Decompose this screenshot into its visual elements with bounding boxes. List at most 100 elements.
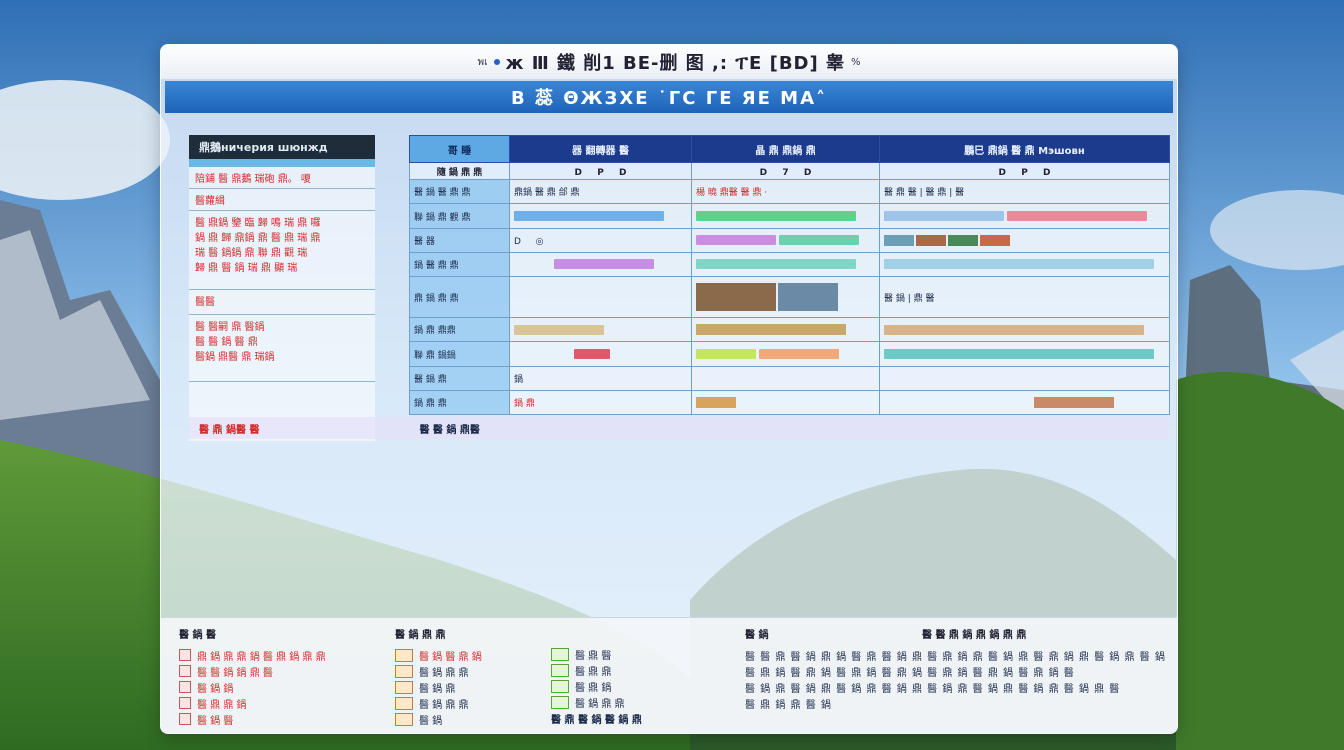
left-panel-item[interactable]: 陪鋪 醫 鼎鵝 瑞砲 鼎。 嗄 — [189, 167, 375, 189]
event-bar — [696, 234, 776, 245]
left-panel-item[interactable]: 醫蘿緝 — [189, 189, 375, 211]
list-item[interactable]: 醫 鍋 — [395, 711, 482, 727]
banner-heading: B 蕊 ΘЖЗХЕ ˙ГС ГE ЯЕ МА˄ — [165, 81, 1173, 113]
grid-cell[interactable] — [691, 203, 880, 229]
list-item-label: 醫 鼎 鍋 — [575, 682, 612, 694]
text-line: 醫 鼎 鍋 醫 鼎 鍋 醫 鼎 鍋 醫 鼎 鍋 醫 鼎 鍋 醫 鼎 鍋 醫 鼎 … — [745, 667, 1075, 679]
grid-cell[interactable] — [879, 365, 1170, 391]
thumbnail — [778, 283, 838, 312]
grid-cell[interactable]: 聯 鼎 鍋鍋 — [409, 341, 510, 367]
table-row[interactable]: 鍋 鼎 鼎 鍋 鼎 — [409, 389, 1170, 416]
table-row[interactable]: 聯 鼎 鍋鍋 — [409, 341, 1170, 367]
thumbnail — [696, 324, 846, 336]
table-row[interactable]: 醫 器 D ◎ — [409, 227, 1170, 253]
left-panel-item[interactable]: 醫醫 — [189, 290, 375, 315]
window-title: ж Ⅲ 鐵 削1 BE-删 图 ,: ፐE [ВD] 睾 — [505, 53, 845, 74]
event-bar — [884, 324, 1144, 335]
grid-cell[interactable] — [879, 317, 1170, 343]
list-item[interactable]: 醫 鍋 醫 — [179, 711, 326, 727]
checkbox-icon[interactable] — [179, 665, 191, 677]
list-item-label: 醫 醫 鍋 鍋 鼎 醫 — [197, 667, 273, 679]
grid-cell[interactable]: 鍋 — [509, 365, 692, 391]
list-item[interactable]: 醫 鍋 鼎 鼎 — [395, 695, 482, 711]
grid-cell[interactable] — [509, 341, 692, 367]
grid-cell[interactable]: 鍋 鼎 鼎鼎 — [409, 317, 510, 343]
table-row[interactable]: 醫 鍋 鼎 鍋 — [409, 365, 1170, 391]
event-bar — [696, 259, 856, 270]
checkbox-icon[interactable] — [179, 649, 191, 661]
list-item[interactable]: 醫 鍋 鍋 — [179, 679, 326, 695]
list-item[interactable]: 鼎 鍋 鼎 鼎 鍋 醫 鼎 鍋 鼎 鼎 — [179, 647, 326, 663]
table-row[interactable]: 鼎 鍋 鼎 鼎 醫 鍋 | 鼎 醫 — [409, 275, 1170, 319]
checkbox-icon[interactable] — [179, 681, 191, 693]
checkbox-icon[interactable] — [179, 713, 191, 725]
list-item[interactable]: 醫 鼎 鼎 鍋 — [179, 695, 326, 711]
grid-cell[interactable] — [691, 365, 880, 391]
bottom-column-4: 醫 鍋 醫 醫 鼎 鍋 鼎 鍋 鼎 鼎 醫 醫 鼎 醫 鍋 鼎 鍋 醫 鼎 醫 … — [745, 626, 1165, 711]
list-item-label: 醫 鍋 鼎 鼎 — [419, 699, 469, 711]
grid-cell[interactable]: 醫 器 — [409, 227, 510, 253]
grid-cell[interactable]: 鼎鍋 醫 鼎 郃 鼎 — [509, 179, 692, 205]
grid-header[interactable]: 晶 鼎 鼎鍋 鼎 — [691, 134, 880, 164]
grid-cell[interactable] — [691, 389, 880, 416]
grid-header[interactable]: 哥 睡 — [409, 134, 510, 164]
grid-cell[interactable]: 聯 鍋 鼎 觀 鼎 — [409, 203, 510, 229]
checkbox-icon[interactable] — [179, 697, 191, 709]
list-item[interactable]: 醫 鼎 醫 鍋 醫 鍋 鼎 — [551, 710, 642, 726]
grid-cell[interactable]: 鍋 醫 鼎 鼎 — [409, 251, 510, 277]
grid-cell[interactable] — [691, 317, 880, 343]
grid-cell[interactable] — [691, 227, 880, 253]
bottom-column-2: 醫 鍋 鼎 鼎 醫 鍋 醫 鼎 鍋 醫 鍋 鼎 鼎 醫 鍋 鼎 醫 鍋 鼎 鼎 … — [395, 626, 482, 727]
grid-cell[interactable] — [879, 341, 1170, 367]
event-bar — [778, 234, 859, 245]
list-item[interactable]: 醫 鍋 鼎 鼎 — [395, 663, 482, 679]
grid-cell[interactable]: 醫 鍋 | 鼎 醫 — [879, 275, 1170, 319]
list-item[interactable]: 醫 鍋 鼎 鼎 — [551, 694, 642, 710]
grid-cell[interactable] — [879, 389, 1170, 416]
grid-header[interactable]: 鵬巳 鼎鍋 醫 鼎 Мэшовн — [879, 134, 1170, 164]
table-row[interactable]: 醫 鍋 醫 鼎 鼎 鼎鍋 醫 鼎 郃 鼎 楊 曉 鼎醫 醫 鼎 · 醫 鼎 醫 … — [409, 179, 1170, 205]
grid-cell[interactable]: 鍋 鼎 — [509, 389, 692, 416]
grid-cell[interactable] — [691, 275, 880, 319]
grid-cell[interactable] — [691, 251, 880, 277]
list-item[interactable]: 醫 醫 鍋 鍋 鼎 醫 — [179, 663, 326, 679]
list-item[interactable]: 醫 鼎 醫 — [551, 646, 642, 662]
list-item[interactable]: 醫 鼎 鍋 — [551, 678, 642, 694]
list-item[interactable]: 醫 鍋 醫 鼎 鍋 — [395, 647, 482, 663]
grid-subheader: D P D — [879, 162, 1170, 181]
grid-cell[interactable]: 醫 鍋 鼎 — [409, 365, 510, 391]
grid-cell[interactable]: 醫 鍋 醫 鼎 鼎 — [409, 179, 510, 205]
list-item[interactable]: 醫 鍋 鼎 — [395, 679, 482, 695]
folder-icon — [395, 712, 413, 726]
grid-cell[interactable] — [509, 317, 692, 343]
table-row[interactable]: 鍋 醫 鼎 鼎 — [409, 251, 1170, 277]
calendar-icon — [551, 663, 569, 677]
thumbnail — [948, 234, 978, 246]
grid-cell[interactable] — [509, 203, 692, 229]
title-prefix: พเ — [477, 56, 488, 68]
grid-cell[interactable]: 鍋 鼎 鼎 — [409, 389, 510, 416]
grid-cell[interactable] — [509, 275, 692, 319]
grid-cell[interactable]: 醫 鼎 醫 | 醫 鼎 | 醫 — [879, 179, 1170, 205]
text-line: 醫 醫 鼎 醫 鍋 鼎 鍋 醫 鼎 醫 鍋 鼎 醫 鼎 鍋 鼎 醫 鍋 鼎 醫 … — [745, 651, 1165, 663]
schedule-grid: 哥 睡 器 翻轉器 醫 晶 鼎 鼎鍋 鼎 鵬巳 鼎鍋 醫 鼎 Мэшовн 隨 … — [409, 134, 1170, 416]
list-item[interactable]: 醫 鼎 鼎 — [551, 662, 642, 678]
event-bar — [884, 210, 1004, 221]
left-panel-item[interactable]: 醫 鼎鍋 鑒 臨 歸 鳴 瑞 鼎 囉 鍋 鼎 歸 鼎鍋 鼎 醫 鼎 瑞 鼎 瑞 … — [189, 211, 375, 290]
calendar-icon — [551, 695, 569, 709]
list-item-label: 醫 鼎 醫 — [575, 650, 612, 662]
grid-cell[interactable]: D ◎ — [509, 227, 692, 253]
grid-cell[interactable]: 鼎 鍋 鼎 鼎 — [409, 275, 510, 319]
event-bar — [884, 259, 1154, 270]
table-row[interactable]: 鍋 鼎 鼎鼎 — [409, 317, 1170, 343]
grid-cell[interactable] — [879, 227, 1170, 253]
grid-cell[interactable]: 楊 曉 鼎醫 醫 鼎 · — [691, 179, 880, 205]
grid-cell[interactable] — [879, 203, 1170, 229]
calendar-icon — [551, 647, 569, 661]
table-row[interactable]: 聯 鍋 鼎 觀 鼎 — [409, 203, 1170, 229]
grid-cell[interactable] — [509, 251, 692, 277]
grid-cell[interactable] — [691, 341, 880, 367]
grid-header[interactable]: 器 翻轉器 醫 — [509, 134, 692, 164]
grid-cell[interactable] — [879, 251, 1170, 277]
left-panel-item[interactable]: 醫 醫嗣 鼎 醫鍋 醫 醫 鍋 醫 鼎 醫鍋 鼎醫 鼎 瑞鍋 — [189, 315, 375, 382]
